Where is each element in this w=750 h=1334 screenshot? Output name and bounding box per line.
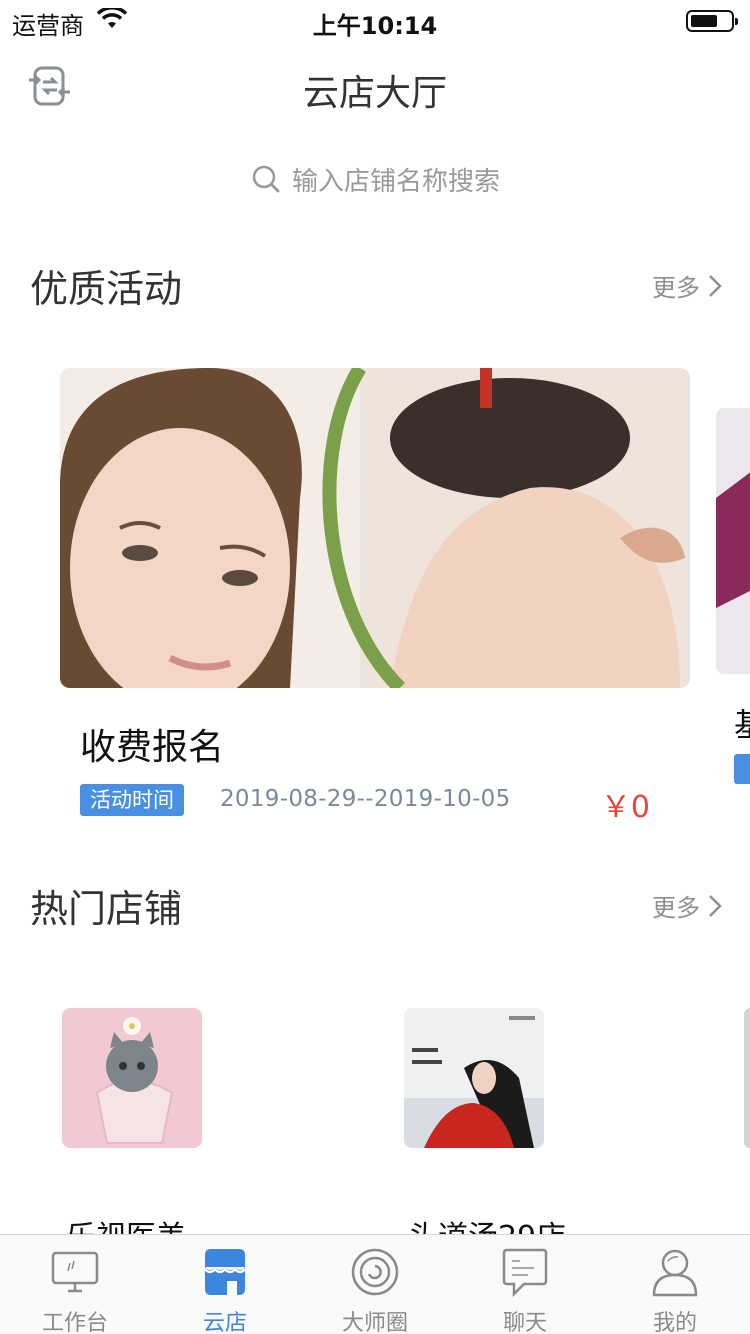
next-activity-name: 基 (734, 700, 750, 746)
activity-photo-illustration (60, 368, 690, 688)
activity-date-range: 2019-08-29--2019-10-05 (220, 786, 511, 812)
activity-card[interactable]: 收费报名 活动时间 2019-08-29--2019-10-05 ￥0 (60, 368, 690, 828)
activity-name: 收费报名 (80, 727, 225, 768)
chevron-right-icon (709, 274, 722, 297)
tab-label: 工作台 (41, 1311, 108, 1334)
tab-label: 我的 (652, 1311, 697, 1334)
status-bar: 运营商 上午10:14 (0, 0, 750, 40)
next-activity-badge (734, 754, 750, 784)
store-icon (204, 1249, 246, 1295)
tab-bar: 工作台 云店 大师圈 聊天 我的 (0, 1234, 750, 1334)
page-title: 云店大厅 (302, 73, 447, 114)
tab-master-circle[interactable]: 大师圈 (300, 1235, 450, 1334)
shops-title: 热门店铺 (30, 887, 183, 931)
tab-mine[interactable]: 我的 (600, 1235, 750, 1334)
search-icon (252, 165, 280, 193)
tab-label: 云店 (202, 1311, 247, 1334)
search-bar[interactable]: 输入店铺名称搜索 (0, 156, 750, 202)
tab-workbench[interactable]: 工作台 (0, 1235, 150, 1334)
next-activity-card[interactable] (716, 408, 750, 674)
shop-logo-woman (404, 1008, 544, 1148)
shops-header: 热门店铺 更多 (30, 878, 722, 931)
search-placeholder: 输入店铺名称搜索 (291, 166, 500, 197)
more-label: 更多 (652, 894, 700, 922)
clock: 上午10:14 (312, 12, 438, 40)
shop-card[interactable]: 乐视医美 (62, 1008, 342, 1255)
more-label: 更多 (652, 274, 700, 302)
tab-chat[interactable]: 聊天 (450, 1235, 600, 1334)
activity-image (60, 368, 690, 688)
next-activity-image (716, 408, 750, 674)
circle-icon (351, 1248, 399, 1296)
tab-cloud-store[interactable]: 云店 (150, 1235, 300, 1334)
activity-price: ￥0 (600, 790, 650, 825)
activities-title: 优质活动 (30, 267, 183, 311)
shops-more-link[interactable]: 更多 (652, 888, 722, 923)
chevron-right-icon (709, 894, 722, 917)
person-icon (652, 1249, 698, 1297)
chat-icon (502, 1248, 548, 1297)
activities-more-link[interactable]: 更多 (652, 268, 722, 303)
shop-card[interactable]: 头道汤29店 (404, 1008, 684, 1255)
battery-icon (686, 10, 738, 32)
activity-time-badge: 活动时间 (80, 784, 184, 816)
tab-label: 大师圈 (341, 1311, 408, 1334)
tab-label: 聊天 (502, 1311, 547, 1334)
activities-header: 优质活动 更多 (30, 258, 722, 311)
next-shop-card[interactable] (744, 1008, 750, 1148)
shop-image (404, 1008, 544, 1148)
shop-image (62, 1008, 202, 1148)
shop-logo-cat (62, 1008, 202, 1148)
nav-bar: 云店大厅 (0, 44, 750, 128)
monitor-icon (51, 1251, 99, 1293)
